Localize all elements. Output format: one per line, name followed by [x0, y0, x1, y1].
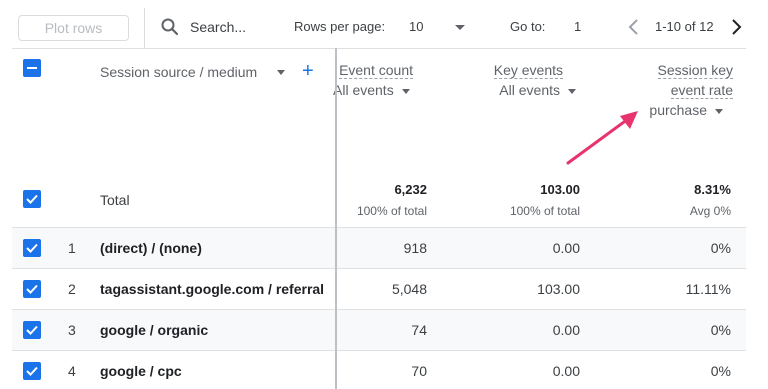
- dimension-header[interactable]: Session source / medium: [100, 64, 257, 80]
- total-key-events: 103.00: [540, 182, 580, 197]
- checkbox-icon: [26, 325, 38, 335]
- plot-rows-button[interactable]: Plot rows: [18, 15, 129, 41]
- chevron-left-icon[interactable]: [627, 17, 641, 37]
- event-count-filter[interactable]: All events: [333, 82, 421, 98]
- annotation-arrow-icon: [566, 111, 638, 165]
- row-event-count: 5,048: [391, 281, 427, 297]
- row-session-key-event-rate: 0%: [710, 322, 731, 338]
- caret-down-icon[interactable]: [568, 88, 576, 94]
- row-event-count: 70: [411, 363, 427, 379]
- total-checkbox[interactable]: [23, 190, 41, 208]
- caret-down-icon[interactable]: [401, 88, 410, 94]
- indeterminate-checkbox-icon: [27, 67, 37, 69]
- session-key-event-rate-header[interactable]: Session key event rate: [630, 60, 733, 100]
- row-event-count: 74: [411, 322, 427, 338]
- key-events-header[interactable]: Key events: [480, 60, 563, 80]
- go-to-label: Go to:: [510, 19, 546, 34]
- total-session-key-event-rate-avg: Avg 0%: [689, 204, 731, 218]
- caret-down-icon[interactable]: [715, 108, 723, 114]
- rows-per-page-label: Rows per page:: [294, 19, 386, 34]
- checkbox-icon: [26, 243, 38, 253]
- row-checkbox[interactable]: [23, 321, 41, 339]
- select-all-checkbox[interactable]: [23, 59, 41, 77]
- row-dimension: google / organic: [100, 322, 209, 338]
- total-event-count: 6,232: [394, 182, 427, 197]
- search-icon[interactable]: [160, 17, 180, 37]
- row-checkbox[interactable]: [23, 239, 41, 257]
- total-session-key-event-rate: 8.31%: [694, 182, 731, 197]
- toolbar-divider: [144, 8, 145, 48]
- chevron-right-icon[interactable]: [729, 17, 743, 37]
- row-checkbox[interactable]: [23, 280, 41, 298]
- table-row[interactable]: 1 (direct) / (none) 918 0.00 0%: [12, 227, 746, 268]
- row-key-events: 103.00: [537, 281, 580, 297]
- caret-down-icon[interactable]: [277, 70, 285, 75]
- row-dimension: google / cpc: [100, 363, 182, 379]
- row-session-key-event-rate: 0%: [710, 363, 731, 379]
- total-key-events-percent: 100% of total: [509, 204, 580, 218]
- row-checkbox[interactable]: [23, 362, 41, 380]
- header-divider: [12, 48, 746, 49]
- caret-down-icon[interactable]: [455, 25, 465, 30]
- row-key-events: 0.00: [552, 240, 580, 256]
- row-key-events: 0.00: [552, 363, 580, 379]
- search-input[interactable]: [190, 17, 270, 37]
- row-event-count: 918: [403, 240, 427, 256]
- row-session-key-event-rate: 0%: [710, 240, 731, 256]
- checkbox-icon: [26, 194, 38, 204]
- page-range: 1-10 of 12: [655, 19, 714, 34]
- session-key-event-rate-filter[interactable]: purchase: [628, 102, 723, 118]
- row-number: 4: [68, 363, 76, 379]
- event-count-header[interactable]: Event count: [339, 60, 413, 80]
- rows-per-page-select[interactable]: 10: [409, 19, 423, 34]
- table-row[interactable]: 3 google / organic 74 0.00 0%: [12, 309, 746, 350]
- table-row[interactable]: 2 tagassistant.google.com / referral 5,0…: [12, 268, 746, 309]
- total-label: Total: [100, 192, 130, 208]
- go-to-page-input[interactable]: 1: [574, 19, 581, 34]
- table-row[interactable]: 4 google / cpc 70 0.00 0%: [12, 350, 746, 389]
- column-divider[interactable]: [335, 48, 337, 389]
- row-session-key-event-rate: 11.11%: [685, 281, 731, 297]
- row-number: 2: [68, 281, 76, 297]
- checkbox-icon: [26, 366, 38, 376]
- row-number: 1: [68, 240, 76, 256]
- total-event-count-percent: 100% of total: [356, 204, 427, 218]
- table-toolbar: Plot rows Rows per page: 10 Go to: 1 1-1…: [0, 0, 768, 48]
- row-number: 3: [68, 322, 76, 338]
- key-events-filter[interactable]: All events: [484, 82, 576, 98]
- row-key-events: 0.00: [552, 322, 580, 338]
- checkbox-icon: [26, 284, 38, 294]
- row-dimension: (direct) / (none): [100, 240, 202, 256]
- row-dimension: tagassistant.google.com / referral: [100, 281, 325, 297]
- plus-icon[interactable]: +: [302, 60, 314, 82]
